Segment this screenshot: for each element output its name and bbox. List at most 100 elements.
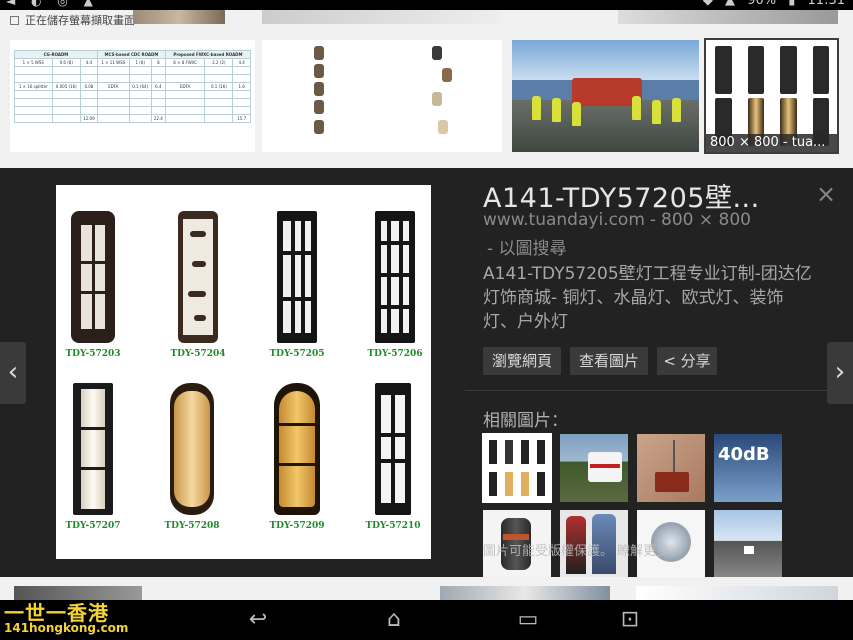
thumbnail-table: CG-ROADM MCS-based CDC ROADM Proposed FW… [14,50,252,123]
home-icon[interactable]: ⌂ [374,608,414,632]
result-thumbnail-rescue-scene[interactable] [512,40,699,152]
result-thumbnail-partial[interactable] [262,10,502,24]
wifi-icon: ◆ [702,0,713,8]
figure-image [442,68,452,82]
lamp-mini [489,472,497,496]
status-bar: ◄ ◐ ◎ ▲ ◆ ▲ 90% ▮ 11:31 [0,0,853,10]
lamp-glass [283,221,311,333]
table-cell: 8 × 8 FWXC [164,58,206,67]
related-image-highway[interactable] [714,510,782,578]
product-lamp: TDY-57203 [58,211,128,361]
image-results-top: 正在儲存螢幕擷取畫面 CG-ROADM MCS-based CDC ROADM … [0,10,853,168]
product-lamp: TDY-57204 [163,211,233,361]
visit-page-button[interactable]: 瀏覽網頁 [483,347,561,375]
result-thumbnail-partial[interactable] [133,10,225,24]
table-cell: 8 [150,58,166,67]
source-domain[interactable]: www.tuandayi.com [483,210,645,230]
lamp-body [277,211,317,343]
table-cell: EDFA [96,82,130,91]
related-image-sound-meter[interactable]: 40dB [714,434,782,502]
related-image-lamps[interactable] [482,433,552,503]
related-images-title: 相關圖片： [483,411,568,431]
product-lamp: TDY-57210 [358,383,428,533]
clock: 11:31 [807,0,845,8]
product-code: TDY-57208 [164,521,220,531]
image-description: A141-TDY57205壁灯工程专业订制-团达亿灯饰商城- 铜灯、水晶灯、欧式… [483,264,812,332]
result-thumbnail-selected[interactable]: 800 × 800 - tua... [704,38,839,154]
lamp-mini [505,440,513,464]
separator: - [649,210,657,230]
table-cell: 0.005 (16) [51,82,81,91]
share-button[interactable]: < 分享 [657,347,717,375]
table-cell: 6.4 [150,82,166,91]
related-image-ambulance[interactable] [560,434,628,502]
table-cell: 15.7 [232,114,251,123]
lamp-mini [505,472,513,496]
table-cell: 1 × 11 WSS [96,58,130,67]
copyright-notice[interactable]: 圖片可能受版權保護。 瞭解更多 [483,540,669,559]
watermark-url: 141hongkong.com [4,621,129,635]
lamp-bar [279,423,315,426]
result-thumbnail-table[interactable]: CG-ROADM MCS-based CDC ROADM Proposed FW… [10,40,255,152]
table-cell [96,114,130,123]
vine-leaf [192,261,206,267]
table-header: MCS-based CDC ROADM [96,50,166,59]
figure-image [432,46,442,60]
lamp-bar [81,261,105,264]
lamp-bar [381,305,409,309]
product-code: TDY-57210 [365,521,421,531]
image-dimensions: 800 × 800 [661,210,751,230]
figure-image [314,64,324,78]
table-cell: 0.1 (16) [204,82,234,91]
worker-figure [672,98,681,122]
table-cell [51,114,81,123]
product-lamp: TDY-57208 [157,383,227,533]
lamp-mini [489,440,497,464]
image-preview[interactable]: TDY-57203 TDY-57204 TDY-57205 TDY-57206 … [56,185,431,559]
back-icon[interactable]: ↩ [238,608,278,632]
table-cell: 4.4 [232,58,251,67]
lamp-bar [81,467,105,470]
thumbnail-caption: 800 × 800 - tua... [706,134,837,152]
related-image-radio-device[interactable] [637,434,705,502]
product-code: TDY-57205 [269,349,325,359]
result-thumbnail-partial[interactable] [618,10,838,24]
view-image-button[interactable]: 查看圖片 [570,347,648,375]
lamp-bar [301,221,305,333]
product-code: TDY-57206 [367,349,423,359]
lamp-body [375,211,415,343]
previous-image-button[interactable]: ‹ [0,342,26,404]
search-by-image-link[interactable]: - 以圖搜尋 [487,234,567,259]
recent-apps-icon[interactable]: ▭ [508,608,548,632]
lamp-mini [812,46,829,94]
worker-figure [652,100,661,124]
result-thumbnail-clothing[interactable] [262,40,502,152]
lamp-bar [279,463,315,466]
lamp-body [178,211,218,343]
lamp-mini [537,440,545,464]
table-header: CG-ROADM [14,50,98,59]
device-body [655,472,689,492]
lamp-bar [291,221,295,333]
table-cell: 0.1 (64) [128,82,152,91]
table-cell: 2.2 (2) [204,58,234,67]
table-cell: 1 × 5 WSS [14,58,53,67]
result-thumbnail-partial[interactable] [440,586,610,600]
table-cell: 0.6 (8) [51,58,81,67]
status-right: ◆ ▲ 90% ▮ 11:31 [695,0,845,8]
lamp-bar [381,433,405,437]
table-cell: 22.4 [150,114,166,123]
next-image-button[interactable]: › [827,342,853,404]
product-code: TDY-57204 [170,349,226,359]
lamp-glass [174,391,210,507]
table-cell [128,114,152,123]
checkbox-icon [10,16,19,25]
worker-figure [632,96,641,120]
screenshot-icon[interactable]: ⊡ [610,608,650,632]
chevron-left-icon: ‹ [7,357,19,387]
lamp-bar [381,273,409,277]
result-thumbnail-partial[interactable] [636,586,838,600]
close-icon[interactable]: × [815,182,837,206]
lamp-bar [81,427,105,430]
figure-image [314,46,324,60]
